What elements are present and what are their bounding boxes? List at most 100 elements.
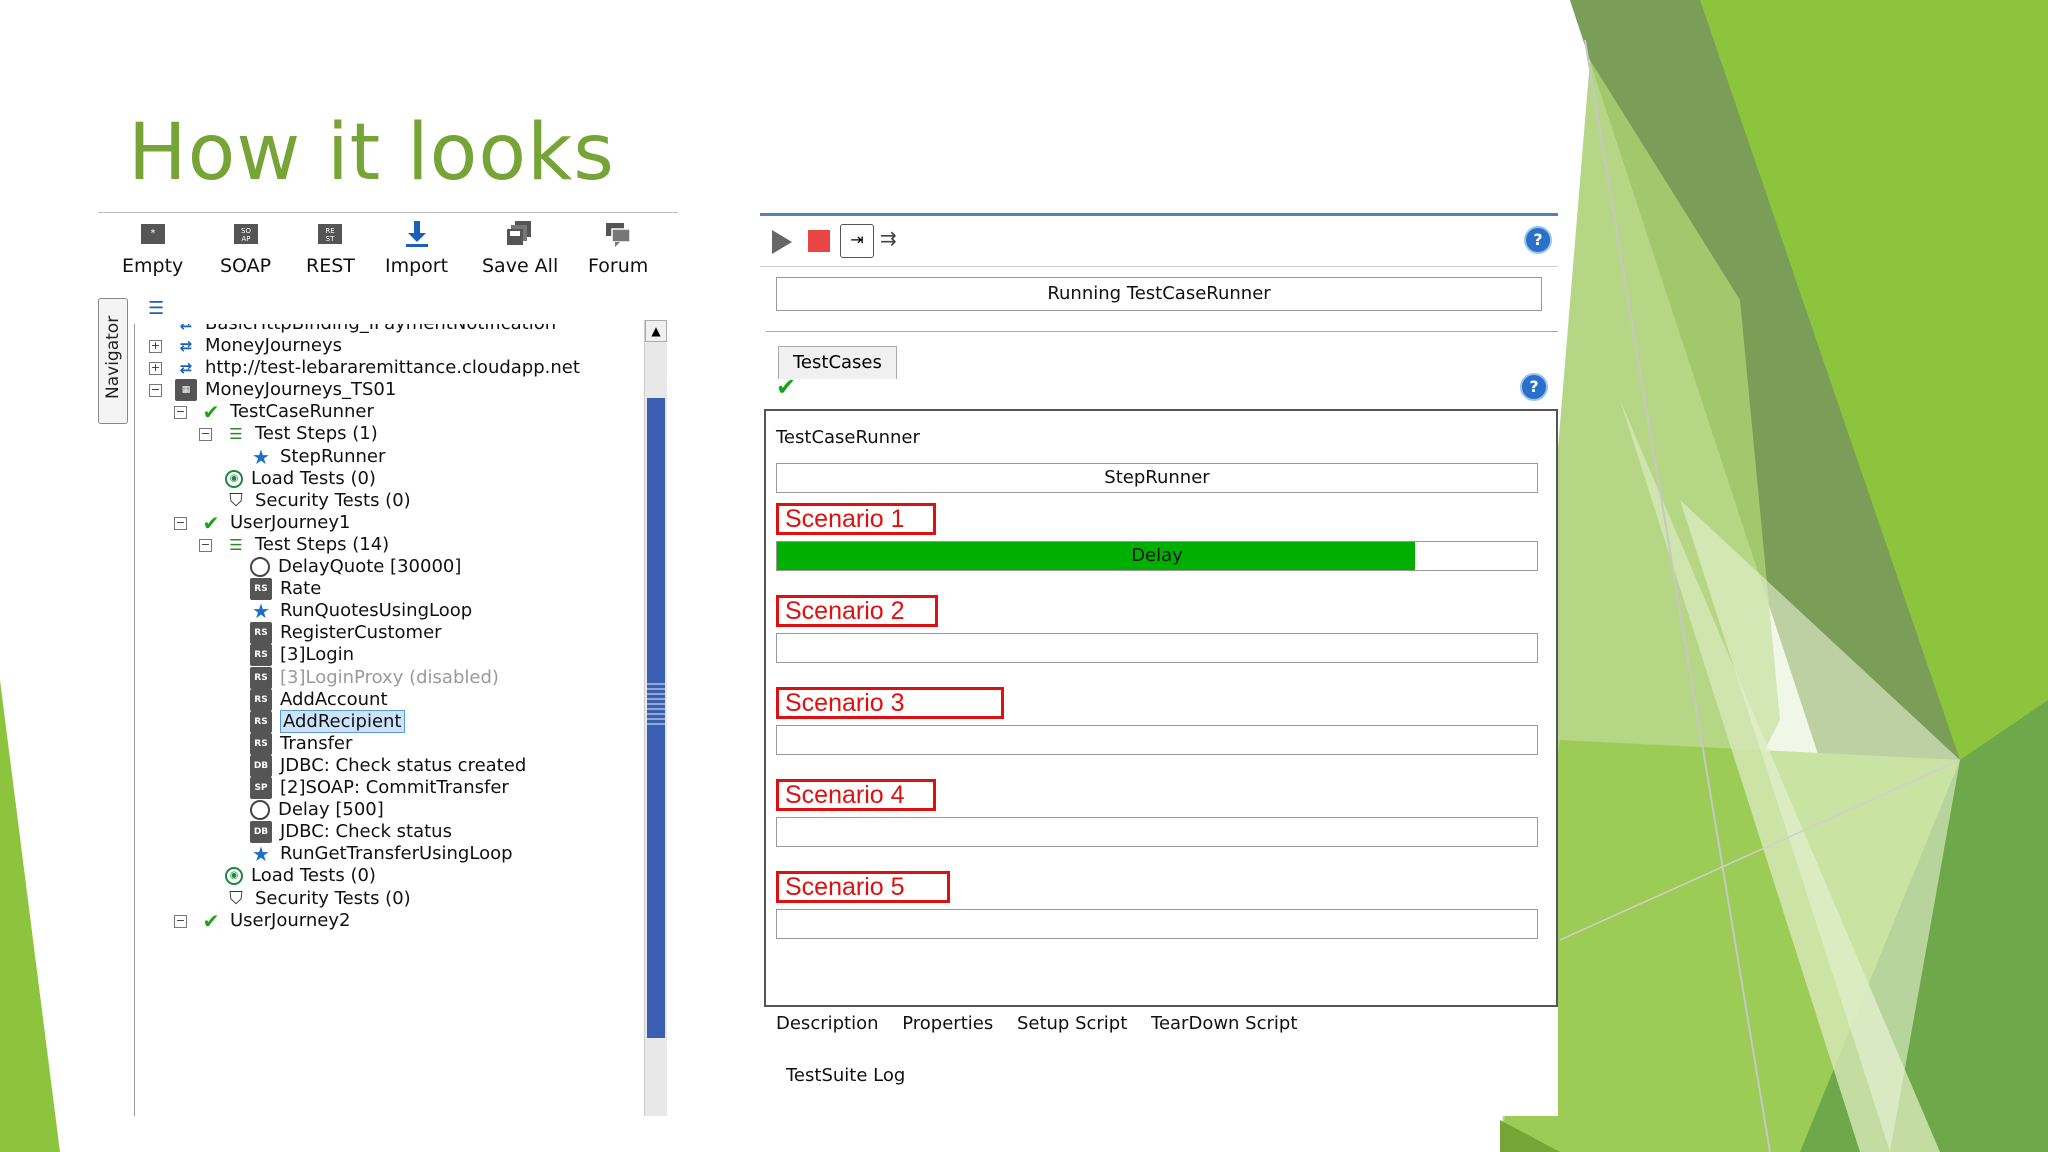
tree-node-label: AddAccount bbox=[280, 688, 388, 710]
check-icon: ✔ bbox=[202, 510, 220, 535]
check-icon: ✔ bbox=[202, 908, 220, 933]
scenario-1-progress-text: Delay bbox=[1131, 545, 1183, 566]
tree-node-label: Test Steps (1) bbox=[255, 423, 378, 445]
step-runner-label: StepRunner bbox=[1104, 467, 1210, 488]
tree-node-label: [3]LoginProxy (disabled) bbox=[280, 666, 499, 688]
bottom-tabs: Description Properties Setup Script Tear… bbox=[776, 1013, 1315, 1034]
soap-button[interactable]: SO AP SOAP bbox=[220, 219, 271, 277]
parallel-run-icon[interactable]: ⇉ bbox=[880, 226, 897, 250]
runner-toolbar: ⇥ ⇉ ? bbox=[760, 213, 1558, 267]
collapse-icon[interactable]: − bbox=[174, 914, 187, 928]
clock-icon bbox=[250, 800, 270, 821]
soap-icon: SOAP bbox=[233, 224, 258, 244]
navigator-tab[interactable]: Navigator bbox=[98, 298, 128, 424]
tree-node-label: [3]Login bbox=[280, 644, 355, 666]
tree-node-label: UserJourney2 bbox=[230, 909, 351, 931]
project-tree-area: ☰ ⇄BasicHttpBinding_IPaymentNotification… bbox=[134, 298, 678, 1116]
tree-node-label: JDBC: Check status bbox=[280, 821, 452, 843]
tab-setup-script[interactable]: Setup Script bbox=[1017, 1013, 1127, 1034]
scenario-1-label: Scenario 1 bbox=[776, 503, 936, 535]
runner-tabs: TestCases bbox=[766, 331, 1558, 379]
svg-text:RE: RE bbox=[326, 227, 335, 235]
steps-icon: ☰ bbox=[229, 425, 243, 444]
sequential-run-icon[interactable]: ⇥ bbox=[840, 224, 874, 258]
tab-properties[interactable]: Properties bbox=[902, 1013, 993, 1034]
collapse-icon[interactable]: − bbox=[174, 516, 187, 530]
tab-description[interactable]: Description bbox=[776, 1013, 879, 1034]
import-icon bbox=[405, 221, 428, 247]
svg-text:AP: AP bbox=[241, 235, 250, 243]
rest-button-label: REST bbox=[306, 255, 355, 277]
scenario-1-progress: Delay bbox=[776, 541, 1538, 571]
svg-text:ST: ST bbox=[326, 235, 335, 243]
collapse-icon[interactable]: − bbox=[174, 406, 187, 420]
clock-icon bbox=[250, 557, 270, 577]
navigator-tab-label: Navigator bbox=[103, 315, 123, 399]
scenario-2-label: Scenario 2 bbox=[776, 595, 938, 627]
save-all-button[interactable]: Save All bbox=[482, 219, 558, 277]
load-icon: ◉ bbox=[225, 867, 243, 886]
tree-node-label: StepRunner bbox=[280, 445, 386, 467]
tree-node-label: UserJourney1 bbox=[230, 511, 351, 533]
tree-node[interactable]: − ✔ UserJourney2 bbox=[174, 907, 351, 935]
tree-node-label: http://test-lebararemittance.cloudapp.ne… bbox=[205, 357, 580, 379]
navigator-panel: * Empty SO AP SOAP RE ST REST Import Save … bbox=[98, 212, 678, 1116]
tree-scrollbar[interactable]: ▲ bbox=[644, 320, 667, 1116]
soap-button-label: SOAP bbox=[220, 255, 272, 277]
collapse-icon[interactable]: − bbox=[199, 428, 212, 442]
step-runner-bar: StepRunner bbox=[776, 463, 1538, 493]
testsuite-runner-panel: ⇥ ⇉ ? Running TestCaseRunner TestCases ✔… bbox=[756, 213, 1558, 1116]
scroll-grip bbox=[647, 680, 665, 728]
tree-node-label: Rate bbox=[280, 578, 322, 600]
slide-title: How it looks bbox=[128, 108, 615, 198]
testsuite-log-label[interactable]: TestSuite Log bbox=[786, 1065, 905, 1086]
play-icon[interactable] bbox=[772, 230, 792, 254]
testcase-label: TestCaseRunner bbox=[776, 427, 920, 448]
tree-node-label: Security Tests (0) bbox=[255, 489, 411, 511]
rest-button[interactable]: RE ST REST bbox=[306, 219, 355, 277]
help-icon[interactable]: ? bbox=[1524, 226, 1552, 254]
tree-node-label: DelayQuote [30000] bbox=[278, 556, 462, 577]
collapse-icon[interactable]: − bbox=[149, 384, 162, 398]
tree-node-label: MoneyJourneys_TS01 bbox=[205, 379, 397, 401]
tree-node-label: Load Tests (0) bbox=[251, 865, 376, 887]
testsuite-icon: ▦ bbox=[175, 379, 197, 402]
scenario-3-label: Scenario 3 bbox=[776, 687, 1004, 719]
scenario-1-progress-fill bbox=[777, 542, 1416, 570]
tree-node-label: Delay [500] bbox=[278, 799, 384, 821]
testcases-content: TestCaseRunner StepRunner Scenario 1 Del… bbox=[764, 409, 1558, 1007]
tree-node-label: TestCaseRunner bbox=[230, 401, 374, 423]
tab-teardown-script[interactable]: TearDown Script bbox=[1151, 1013, 1297, 1034]
empty-button-label: Empty bbox=[122, 255, 184, 277]
help-icon-2[interactable]: ? bbox=[1520, 373, 1548, 401]
tree-expand-icon[interactable]: ☰ bbox=[148, 298, 164, 319]
collapse-icon[interactable]: − bbox=[199, 538, 212, 552]
stop-icon[interactable] bbox=[808, 230, 830, 252]
project-tree: ⇄BasicHttpBinding_IPaymentNotification+⇄… bbox=[134, 324, 635, 1116]
run-status-bar: Running TestCaseRunner bbox=[776, 277, 1542, 311]
tree-node-label: RunQuotesUsingLoop bbox=[280, 600, 473, 622]
tree-node-label: Transfer bbox=[280, 732, 353, 754]
tree-node-label: RegisterCustomer bbox=[280, 622, 442, 644]
forum-button-label: Forum bbox=[588, 255, 649, 277]
tree-node-label: Security Tests (0) bbox=[255, 887, 411, 909]
pass-check-icon: ✔ bbox=[776, 373, 797, 401]
tree-node-label: MoneyJourneys bbox=[205, 335, 343, 356]
import-button[interactable]: Import bbox=[385, 219, 448, 277]
scenario-2-progress bbox=[776, 633, 1538, 663]
rest-icon: REST bbox=[318, 224, 343, 244]
svg-text:*: * bbox=[150, 228, 155, 239]
tree-node-label: [2]SOAP: CommitTransfer bbox=[280, 777, 509, 798]
save-all-button-label: Save All bbox=[482, 255, 559, 277]
forum-button[interactable]: Forum bbox=[588, 219, 648, 277]
load-icon: ◉ bbox=[225, 469, 243, 488]
tree-node-label: Load Tests (0) bbox=[251, 467, 376, 489]
check-icon: ✔ bbox=[202, 400, 220, 425]
empty-button[interactable]: * Empty bbox=[122, 219, 183, 277]
expand-icon[interactable]: + bbox=[149, 340, 162, 353]
expand-icon[interactable]: + bbox=[149, 362, 162, 376]
empty-project-icon: * bbox=[140, 224, 165, 244]
scenario-5-label: Scenario 5 bbox=[776, 871, 950, 903]
forum-icon bbox=[606, 223, 631, 247]
scroll-up-arrow-icon[interactable]: ▲ bbox=[645, 320, 667, 342]
